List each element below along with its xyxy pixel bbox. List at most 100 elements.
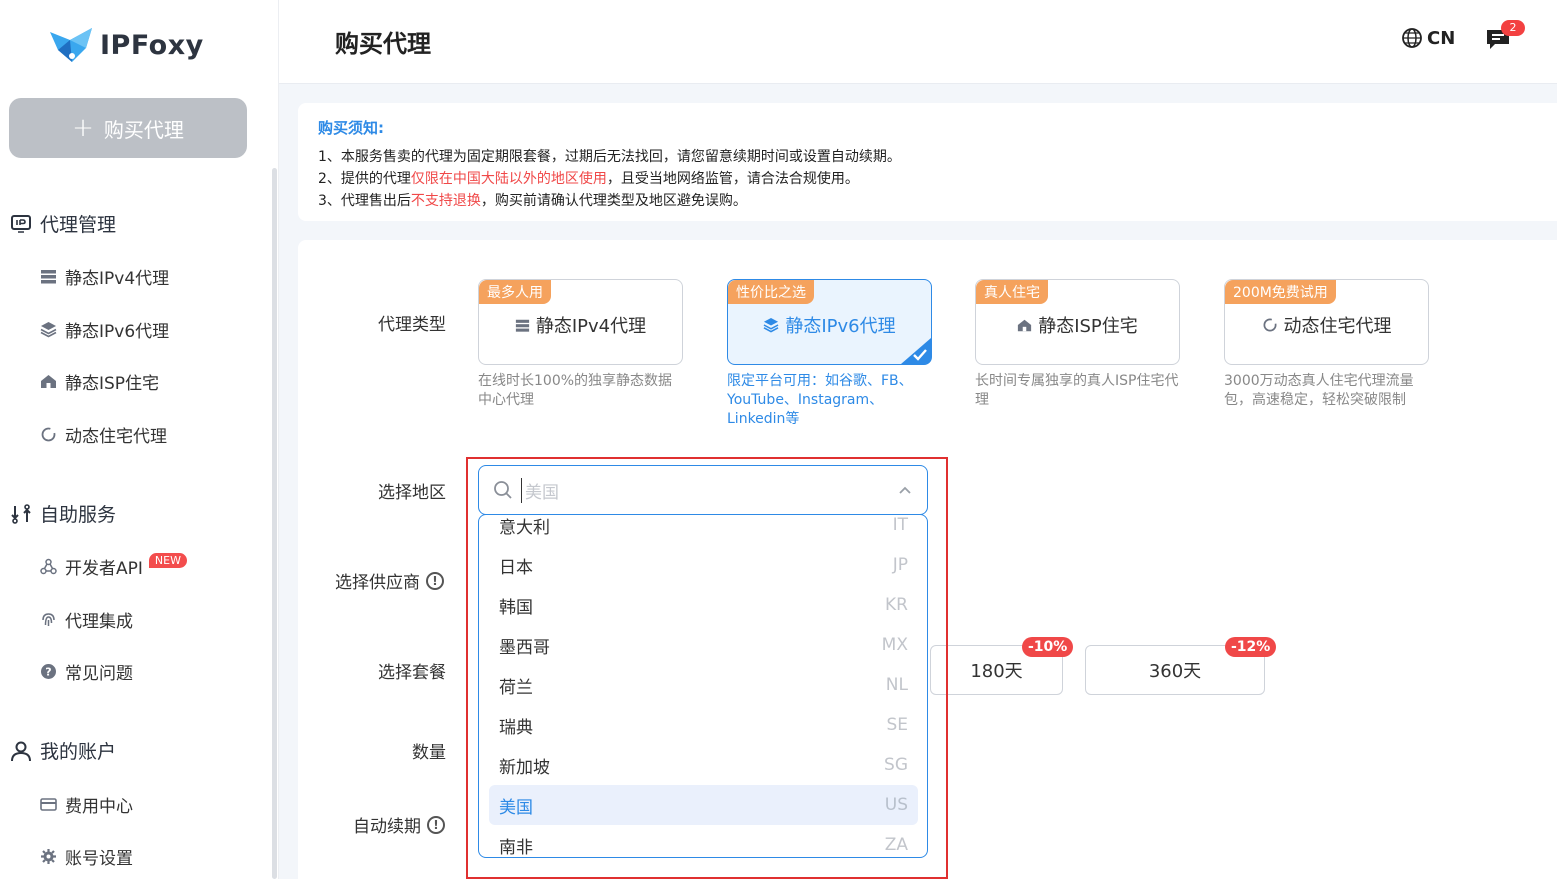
section-proxy-management[interactable]: 代理管理 <box>10 210 116 237</box>
region-option[interactable]: 新加坡 SG <box>489 745 918 785</box>
discount-badge: -10% <box>1022 637 1074 657</box>
sidebar-item-label: 账号设置 <box>65 849 133 869</box>
region-name: 墨西哥 <box>499 637 550 658</box>
proxy-type-label: 代理类型 <box>378 315 446 335</box>
refresh-icon <box>1263 318 1276 332</box>
messages-button[interactable]: 2 <box>1485 20 1525 56</box>
selected-check-icon <box>901 338 931 364</box>
search-icon <box>494 481 512 499</box>
plan-label: 选择套餐 <box>378 663 446 683</box>
brand-name: IPFoxy <box>100 29 204 61</box>
info-icon[interactable]: ! <box>427 815 445 834</box>
sidebar-item-static-ipv6[interactable]: 静态IPv6代理 <box>40 317 169 342</box>
region-code: MX <box>881 635 908 655</box>
sidebar-item-faq[interactable]: ? 常见问题 <box>40 659 133 684</box>
region-search-input[interactable]: 美国 <box>478 465 928 515</box>
region-code: JP <box>892 555 908 575</box>
region-placeholder: 美国 <box>521 477 559 503</box>
plan-label-text: 360天 <box>1148 661 1202 682</box>
globe-icon <box>1402 28 1422 48</box>
card-title-text: 静态IPv6代理 <box>785 316 896 337</box>
proxy-type-card-ipv6[interactable]: 性价比之选 静态IPv6代理 <box>727 279 932 365</box>
api-nodes-icon <box>40 558 57 575</box>
sidebar: IPFoxy + 购买代理 代理管理 静态IPv4代理 静态IPv6代理 静态I… <box>0 0 279 879</box>
region-option[interactable]: 韩国 KR <box>489 585 918 625</box>
region-name: 韩国 <box>499 597 533 618</box>
region-option[interactable]: 日本 JP <box>489 545 918 585</box>
fox-logo-icon <box>50 28 92 62</box>
svg-text:?: ? <box>45 666 51 679</box>
layers-icon <box>763 317 779 333</box>
plus-icon: + <box>72 113 94 143</box>
top-header: 购买代理 CN 2 <box>279 0 1557 84</box>
section-title: 我的账户 <box>40 741 117 763</box>
sidebar-item-static-ipv4[interactable]: 静态IPv4代理 <box>40 264 169 289</box>
card-title-text: 动态住宅代理 <box>1283 316 1392 337</box>
region-option[interactable]: 南非 ZA <box>489 825 918 858</box>
sidebar-item-label: 代理集成 <box>65 612 133 632</box>
language-switcher[interactable]: CN <box>1401 27 1455 49</box>
notice-line-3: 3、代理售出后不支持退换，购买前请确认代理类型及地区避免误购。 <box>318 190 1548 212</box>
sidebar-item-static-isp[interactable]: 静态ISP住宅 <box>40 369 159 394</box>
region-code: KR <box>885 595 908 615</box>
sidebar-item-billing[interactable]: 费用中心 <box>40 792 133 817</box>
proxy-type-card-dynamic[interactable]: 200M免费试用 动态住宅代理 <box>1224 279 1429 365</box>
quantity-label: 数量 <box>412 743 446 763</box>
section-title: 自助服务 <box>40 504 117 526</box>
region-label: 选择地区 <box>378 483 446 503</box>
region-code: US <box>884 795 908 815</box>
region-option[interactable]: 荷兰 NL <box>489 665 918 705</box>
region-name: 意大利 <box>499 517 550 538</box>
region-option[interactable]: 意大利 IT <box>489 515 918 545</box>
notice-text: ，且受当地网络监管，请合法合规使用。 <box>606 171 859 187</box>
buy-proxy-button[interactable]: + 购买代理 <box>9 98 247 158</box>
proxy-type-card-isp[interactable]: 真人住宅 静态ISP住宅 <box>975 279 1180 365</box>
provider-label: 选择供应商 ! <box>335 568 444 593</box>
sidebar-item-developer-api[interactable]: 开发者API NEW <box>40 553 187 579</box>
region-name: 瑞典 <box>499 717 533 738</box>
page-title: 购买代理 <box>335 30 431 58</box>
info-icon[interactable]: ! <box>426 571 444 590</box>
sidebar-item-label: 静态IPv6代理 <box>65 322 170 342</box>
notice-line-1: 1、本服务售卖的代理为固定期限套餐，过期后无法找回，请您留意续期时间或设置自动续… <box>318 149 901 165</box>
sidebar-item-label: 静态ISP住宅 <box>65 374 160 394</box>
region-option-selected[interactable]: 美国 US <box>489 785 918 825</box>
sidebar-item-label: 常见问题 <box>65 664 133 684</box>
region-option[interactable]: 瑞典 SE <box>489 705 918 745</box>
region-option[interactable]: 墨西哥 MX <box>489 625 918 665</box>
region-name: 南非 <box>499 837 533 858</box>
notice-highlight: 仅限在中国大陆以外的地区使用 <box>410 171 607 187</box>
proxy-type-card-ipv4[interactable]: 最多人用 静态IPv4代理 <box>478 279 683 365</box>
sidebar-scrollbar[interactable] <box>272 168 277 879</box>
region-dropdown-list[interactable]: 意大利 IT 日本 JP 韩国 KR 墨西哥 MX 荷兰 NL 瑞典 SE 新加坡 SG 美国… <box>478 514 928 858</box>
notice-text: ，购买前请确认代理类型及地区避免误购。 <box>480 193 747 209</box>
section-self-service[interactable]: 自助服务 <box>10 500 116 527</box>
auto-renew-label-text: 自动续期 <box>353 817 421 837</box>
region-code: SG <box>884 755 908 775</box>
language-label: CN <box>1427 27 1456 49</box>
plan-label-text: 180天 <box>970 661 1023 682</box>
notice-text: 3、代理售出后 <box>318 193 411 209</box>
card-tag: 性价比之选 <box>728 280 814 304</box>
logo[interactable]: IPFoxy <box>48 26 204 64</box>
card-title-text: 静态IPv4代理 <box>535 316 647 337</box>
gear-icon <box>41 849 56 864</box>
region-code: NL <box>885 675 908 695</box>
new-badge: NEW <box>148 553 187 568</box>
section-my-account[interactable]: 我的账户 <box>10 737 116 764</box>
home-icon <box>1018 319 1032 331</box>
sidebar-item-label: 动态住宅代理 <box>65 427 167 447</box>
card-description: 长时间专属独享的真人ISP住宅代理 <box>975 373 1179 408</box>
sidebar-item-proxy-integration[interactable]: 代理集成 <box>40 607 133 632</box>
message-count-badge: 2 <box>1501 20 1525 36</box>
server-icon <box>41 270 56 284</box>
card-tag: 200M免费试用 <box>1225 280 1336 304</box>
sidebar-item-dynamic-residential[interactable]: 动态住宅代理 <box>40 422 167 447</box>
sidebar-item-account-settings[interactable]: 账号设置 <box>40 844 133 869</box>
chevron-up-icon[interactable] <box>897 482 913 498</box>
notice-title: 购买须知: <box>318 119 384 137</box>
region-name: 日本 <box>499 557 533 578</box>
region-name: 美国 <box>499 797 533 818</box>
exchange-icon <box>11 503 31 524</box>
layers-icon <box>40 322 57 338</box>
